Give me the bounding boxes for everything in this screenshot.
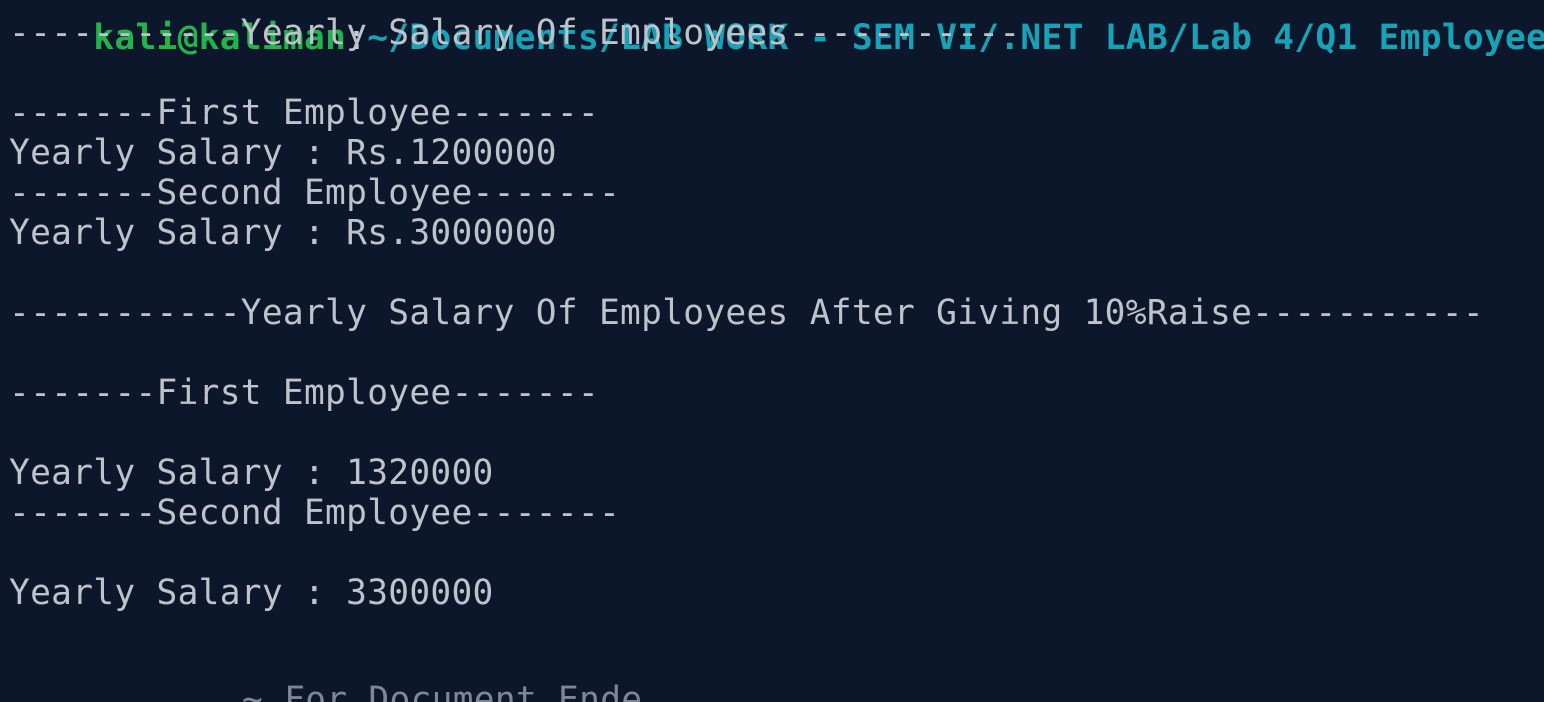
output-line-first-employee-raised: -------First Employee------- bbox=[9, 373, 599, 413]
output-line-first-salary: Yearly Salary : Rs.1200000 bbox=[9, 133, 557, 173]
terminal-window[interactable]: kali@kaliman:~/Documents/LAB WORK - SEM … bbox=[0, 0, 1544, 702]
output-line-second-salary-raised: Yearly Salary : 3300000 bbox=[9, 573, 494, 613]
output-line-first-salary-raised: Yearly Salary : 1320000 bbox=[9, 453, 494, 493]
output-line-partial-bottom: ~ For Document Ende bbox=[242, 680, 643, 702]
output-line-second-employee-raised: -------Second Employee------- bbox=[9, 493, 621, 533]
output-line-first-employee: -------First Employee------- bbox=[9, 93, 599, 133]
output-line-second-employee: -------Second Employee------- bbox=[9, 173, 621, 213]
output-line-heading-after-raise: -----------Yearly Salary Of Employees Af… bbox=[9, 293, 1484, 333]
output-line-second-salary: Yearly Salary : Rs.3000000 bbox=[9, 213, 557, 253]
output-line-heading-yearly-salary: -----------Yearly Salary Of Employees---… bbox=[9, 13, 1021, 53]
